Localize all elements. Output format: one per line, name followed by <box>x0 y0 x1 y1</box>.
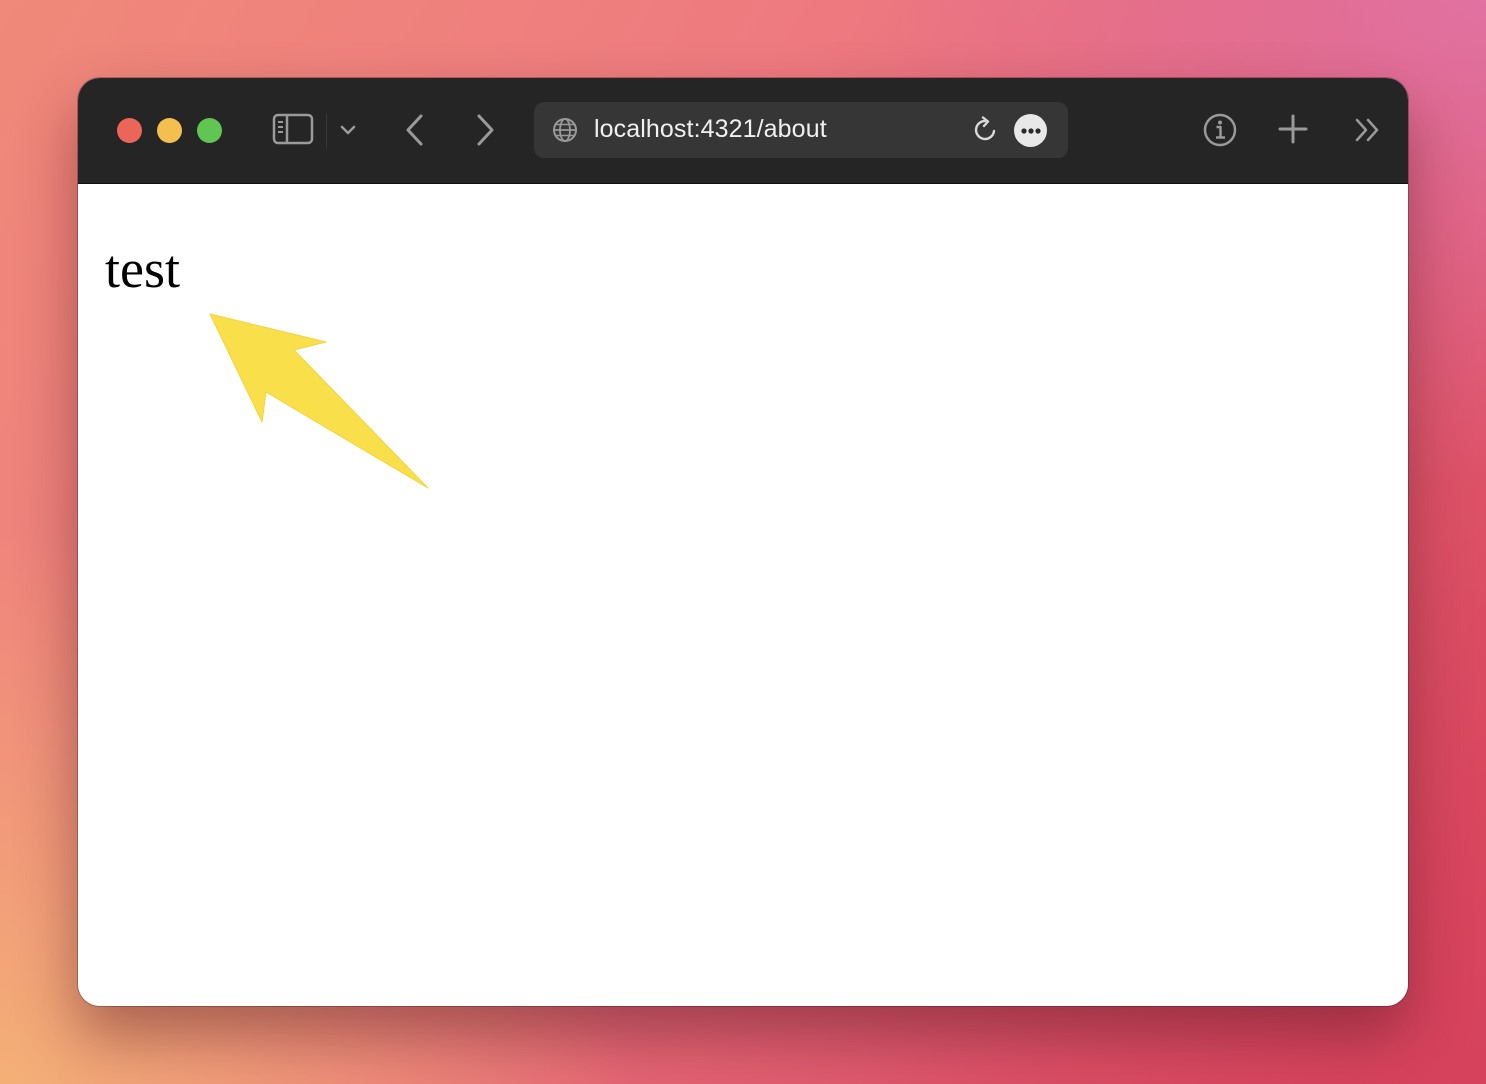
new-tab-button[interactable] <box>1276 112 1310 146</box>
chevron-down-icon <box>340 125 356 135</box>
page-menu-button[interactable] <box>1014 114 1047 147</box>
sidebar-toggle-button[interactable] <box>272 112 314 146</box>
toolbar-divider <box>326 114 327 148</box>
info-button[interactable] <box>1202 112 1238 148</box>
info-icon <box>1203 113 1237 147</box>
plus-icon <box>1278 114 1308 144</box>
toolbar-overflow-button[interactable] <box>1352 114 1384 146</box>
back-button[interactable] <box>400 110 430 150</box>
sidebar-menu-button[interactable] <box>336 116 360 144</box>
zoom-button[interactable] <box>197 118 222 143</box>
sidebar-icon <box>272 113 314 145</box>
page-content: test <box>78 184 1408 1006</box>
globe-icon <box>553 118 577 142</box>
chevron-left-icon <box>406 114 423 146</box>
url-text[interactable]: localhost:4321/about <box>594 115 827 144</box>
browser-toolbar: localhost:4321/about <box>78 78 1408 184</box>
close-button[interactable] <box>117 118 142 143</box>
browser-window: localhost:4321/about test <box>78 78 1408 1006</box>
forward-button[interactable] <box>470 110 500 150</box>
address-bar[interactable]: localhost:4321/about <box>534 102 1068 158</box>
ellipsis-icon <box>1020 127 1041 134</box>
double-chevron-right-icon <box>1355 118 1379 142</box>
minimize-button[interactable] <box>157 118 182 143</box>
arrow-icon <box>209 313 429 489</box>
reload-icon[interactable] <box>972 116 1000 144</box>
page-text: test <box>105 239 180 299</box>
chevron-right-icon <box>477 114 494 146</box>
